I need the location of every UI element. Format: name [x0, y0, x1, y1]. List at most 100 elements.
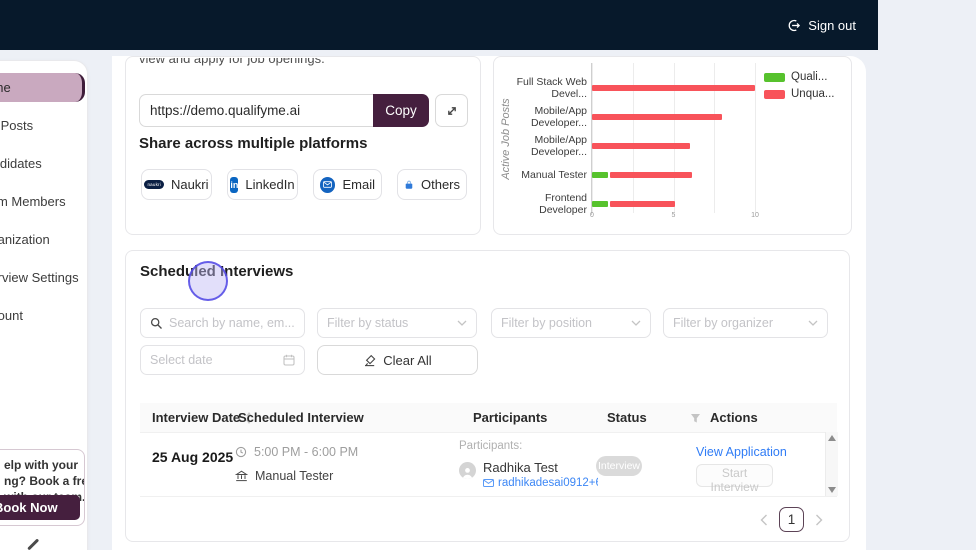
- sign-out-button[interactable]: Sign out: [786, 0, 856, 50]
- share-linkedin-button[interactable]: in LinkedIn: [227, 169, 298, 200]
- table-header: Interview Date Scheduled Interview Parti…: [140, 403, 837, 433]
- chart-category-label: Frontend Developer: [539, 191, 587, 216]
- column-scheduled-interview: Scheduled Interview: [238, 410, 364, 425]
- sidebar-item-team-members[interactable]: Team Members: [0, 186, 85, 216]
- legend-label: Quali...: [791, 71, 828, 83]
- participant-email[interactable]: radhikadesai0912+6@g: [483, 477, 598, 489]
- chevron-down-icon: [457, 320, 467, 326]
- promo-card: elp with your ng? Book a free with our t…: [0, 449, 85, 526]
- bar-segment: [592, 200, 609, 207]
- filter-position-select[interactable]: Filter by position: [491, 308, 651, 338]
- chart-row: Frontend Developer: [501, 189, 755, 218]
- chart-legend: Quali... Unqua...: [764, 71, 834, 105]
- promo-text: ng? Book a free: [4, 474, 84, 488]
- promo-text: elp with your: [4, 458, 79, 472]
- view-application-link[interactable]: View Application: [696, 445, 787, 459]
- job-posts-chart-card: Active Job Posts 0 5 10 Full Stack Web Deve…: [493, 56, 852, 235]
- chart-category-label: Manual Tester: [521, 168, 587, 181]
- status-badge: Interview: [596, 456, 642, 476]
- sidebar-item-account[interactable]: Account: [0, 300, 85, 330]
- column-actions: Actions: [710, 410, 758, 425]
- share-card: view and apply for job openings. https:/…: [125, 56, 481, 235]
- diagonal-arrows-icon: [447, 106, 456, 115]
- filter-organizer-select[interactable]: Filter by organizer: [663, 308, 828, 338]
- bar-segment: [592, 171, 609, 178]
- bar-segment: [592, 113, 723, 120]
- page: Sign out Home Job Posts Candidates Team …: [0, 0, 976, 550]
- legend-item: Unqua...: [764, 88, 834, 100]
- avatar: [459, 462, 476, 479]
- search-icon: [150, 317, 162, 329]
- interview-date: 25 Aug 2025: [152, 449, 234, 465]
- triangle-down-icon[interactable]: [828, 487, 836, 493]
- legend-label: Unqua...: [791, 88, 835, 100]
- copy-button[interactable]: Copy: [373, 94, 429, 127]
- legend-swatch: [764, 72, 785, 82]
- share-email-button[interactable]: Email: [313, 169, 382, 200]
- page-number[interactable]: 1: [779, 507, 804, 532]
- chart-row: Full Stack Web Devel...: [501, 73, 755, 102]
- chart-category-label: Mobile/App Developer...: [530, 133, 587, 158]
- next-page-icon[interactable]: [815, 514, 823, 526]
- filter-status-select[interactable]: Filter by status: [317, 308, 477, 338]
- linkedin-icon: in: [230, 176, 239, 193]
- bar-segment: [592, 142, 690, 149]
- chart-row: Mobile/App Developer...: [501, 131, 755, 160]
- job-board-url-input[interactable]: https://demo.qualifyme.ai: [139, 94, 373, 127]
- sidebar: Home Job Posts Candidates Team Members O…: [0, 60, 88, 550]
- gridline: [755, 63, 756, 213]
- email-icon: [320, 176, 336, 193]
- legend-swatch: [764, 89, 785, 99]
- envelope-icon: [483, 479, 494, 487]
- bar-segment: [592, 84, 755, 91]
- sidebar-item-organization[interactable]: Organization: [0, 224, 85, 254]
- bar-segment: [610, 200, 676, 207]
- table-row: 25 Aug 2025 5:00 PM - 6:00 PM Manual Tes…: [140, 432, 837, 497]
- start-interview-button[interactable]: Start Interview: [696, 464, 773, 494]
- bar-segment: [610, 171, 692, 178]
- broom-icon: [365, 354, 376, 366]
- topbar: Sign out: [0, 0, 878, 50]
- intro-text: view and apply for job openings.: [139, 58, 325, 66]
- pagination: 1: [760, 507, 823, 532]
- scheduled-interviews-title: Scheduled Interviews: [140, 263, 294, 280]
- expand-button[interactable]: [435, 94, 468, 127]
- logout-icon: [788, 19, 801, 31]
- legend-item: Quali...: [764, 71, 834, 83]
- table-scrollbar[interactable]: [825, 432, 838, 496]
- sidebar-item-home[interactable]: Home: [0, 73, 85, 102]
- chart-category-label: Full Stack Web Devel...: [516, 75, 587, 100]
- share-others-button[interactable]: Others: [397, 169, 467, 200]
- interview-position: Manual Tester: [235, 469, 333, 483]
- column-status: Status: [607, 410, 647, 425]
- share-heading: Share across multiple platforms: [139, 135, 368, 152]
- participants-label: Participants:: [459, 440, 523, 452]
- search-input[interactable]: Search by name, em...: [140, 308, 305, 338]
- chart-row: Mobile/App Developer...: [501, 102, 755, 131]
- sidebar-item-job-posts[interactable]: Job Posts: [0, 110, 85, 140]
- platform-buttons: naukri Naukri in LinkedIn Email Others: [126, 169, 480, 200]
- clock-icon: [235, 446, 247, 458]
- naukri-icon: naukri: [144, 180, 164, 189]
- column-participants: Participants: [473, 410, 548, 425]
- interview-time: 5:00 PM - 6:00 PM: [235, 445, 358, 459]
- prev-page-icon[interactable]: [760, 514, 768, 526]
- chart-row: Manual Tester: [501, 160, 755, 189]
- sign-out-label: Sign out: [808, 17, 856, 33]
- share-naukri-button[interactable]: naukri Naukri: [141, 169, 212, 200]
- date-picker-input[interactable]: Select date: [140, 345, 305, 375]
- bag-icon: [405, 180, 413, 189]
- chevron-down-icon: [631, 320, 641, 326]
- chart-category-label: Mobile/App Developer...: [530, 104, 587, 129]
- main-panel: view and apply for job openings. https:/…: [112, 56, 866, 550]
- calendar-icon: [283, 354, 295, 366]
- sidebar-item-interview-settings[interactable]: Interview Settings: [0, 262, 85, 292]
- chevron-down-icon: [808, 320, 818, 326]
- sidebar-item-candidates[interactable]: Candidates: [0, 148, 85, 178]
- filter-funnel-icon[interactable]: [690, 413, 701, 424]
- book-now-button[interactable]: Book Now: [0, 495, 80, 520]
- clear-all-button[interactable]: Clear All: [317, 345, 478, 375]
- triangle-up-icon[interactable]: [828, 435, 836, 441]
- bank-icon: [235, 470, 248, 482]
- scheduled-interviews-card: Scheduled Interviews Search by name, em.…: [125, 250, 850, 542]
